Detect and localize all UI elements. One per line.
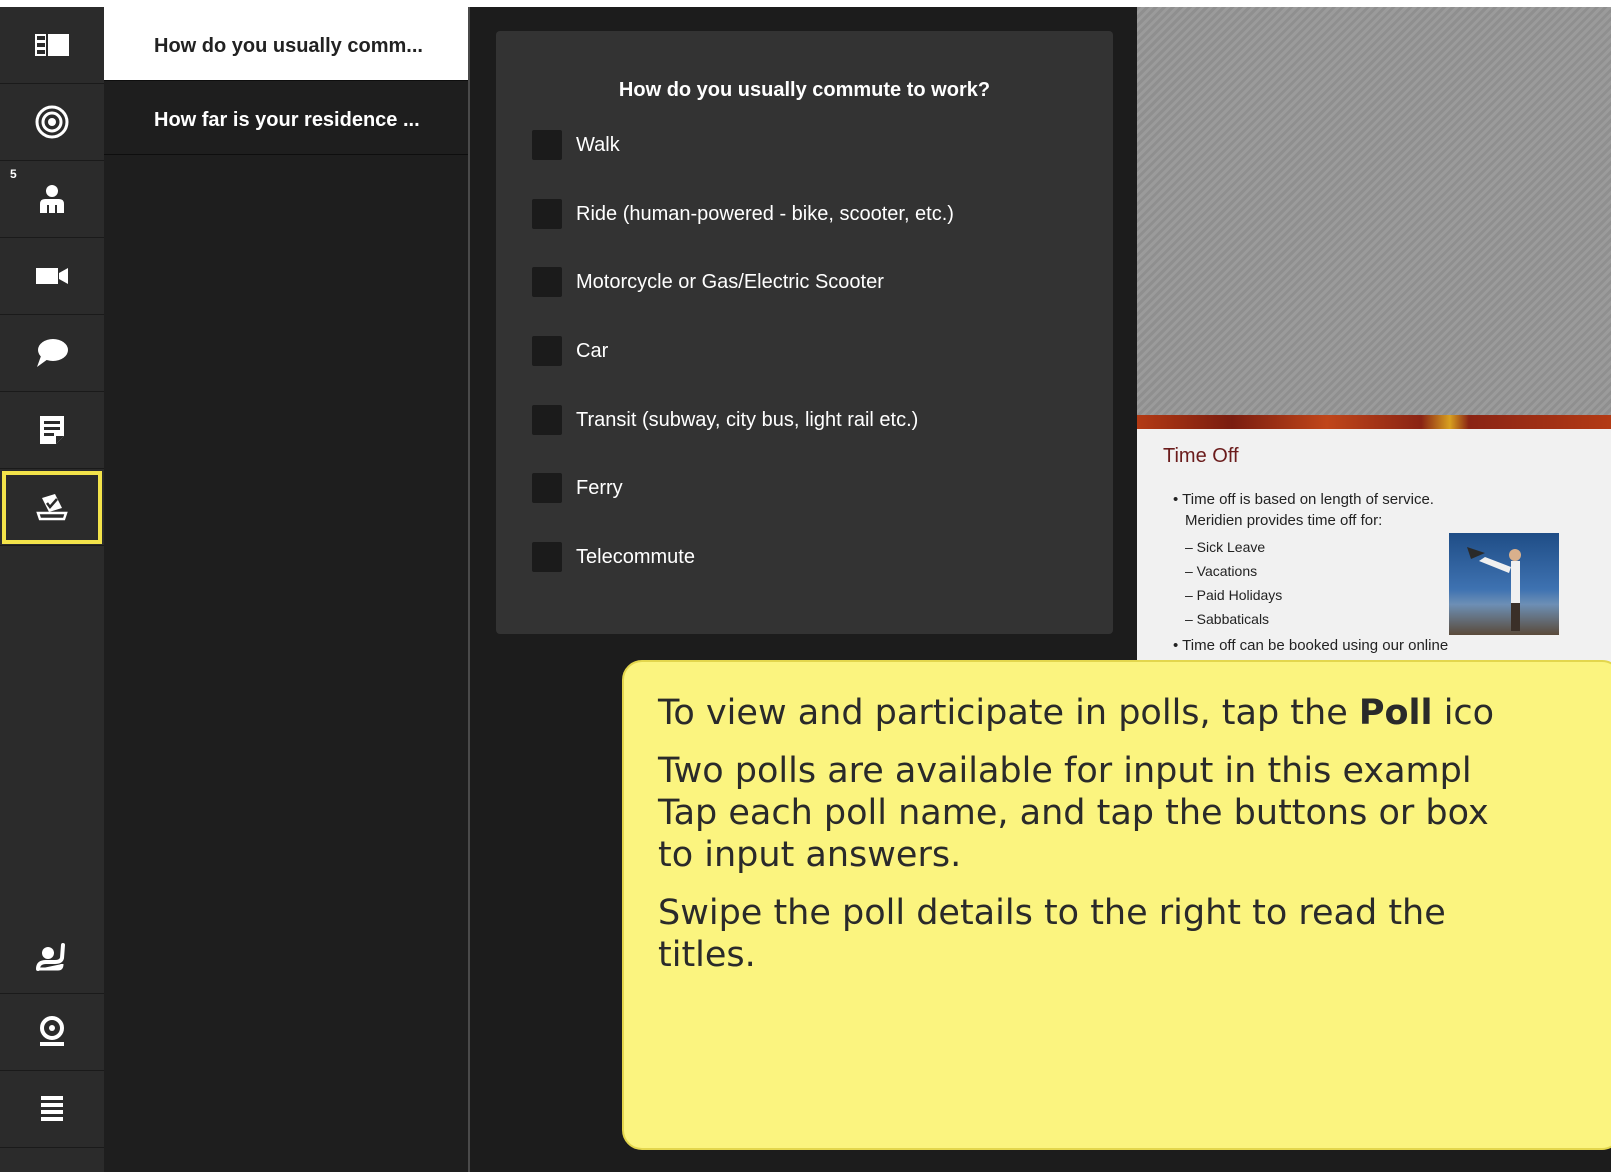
tooltip-text: ico [1432,693,1495,733]
slide-header-bar [1137,415,1611,429]
option-checkbox[interactable] [532,199,562,229]
tooltip-bold-text: Poll [1358,693,1433,733]
poll-option[interactable]: Ferry [532,472,623,504]
slide-photo [1449,533,1559,635]
slide-subitem: – Vacations [1185,563,1258,579]
option-checkbox[interactable] [532,267,562,297]
option-checkbox[interactable] [532,336,562,366]
tooltip-paragraph: Two polls are available for input in thi… [658,750,1611,876]
attendees-icon [40,185,64,213]
raise-hand-icon [36,943,65,971]
layout-icon [35,34,69,56]
tooltip-paragraph: To view and participate in polls, tap th… [658,692,1611,734]
slide-title: Time Off [1163,445,1239,467]
poll-question: How do you usually commute to work? [618,79,991,101]
notes-icon [40,416,64,444]
poll-list-item[interactable]: How do you usually comm... [104,7,468,81]
webcam-icon [40,1016,64,1046]
option-checkbox[interactable] [532,405,562,435]
slide-subitem: – Sabbaticals [1185,611,1270,627]
tooltip-text: To view and participate in polls, tap th… [658,693,1359,733]
tooltip-paragraph: Swipe the poll details to the right to r… [658,892,1611,976]
rail-webcam-button[interactable] [0,994,104,1071]
rail-attendees-button[interactable]: 5 [0,161,104,238]
attendee-count-badge: 5 [10,167,17,181]
poll-icon [36,494,68,521]
poll-option[interactable]: Motorcycle or Gas/Electric Scooter [532,266,884,298]
poll-option[interactable]: Transit (subway, city bus, light rail et… [532,404,918,436]
tooltip-text: Swipe the poll details to the right to r… [658,893,1446,933]
meeting-app: 5 How do you usually comm... How far is … [0,7,1611,1172]
option-checkbox[interactable] [532,473,562,503]
menu-icon [41,1096,63,1121]
slide-bullet: • Time off can be booked using our onlin… [1173,637,1449,654]
option-label: Car [576,339,609,362]
poll-list-item[interactable]: How far is your residence ... [104,81,468,155]
slide-subitem: – Sick Leave [1185,539,1266,555]
tooltip-text: Tap each poll name, and tap the buttons … [658,793,1489,833]
tooltip-text: Two polls are available for input in thi… [658,751,1472,791]
option-label: Walk [576,133,620,156]
slide-bullet: • Time off is based on length of service… [1173,491,1434,508]
option-checkbox[interactable] [532,542,562,572]
option-label: Telecommute [576,545,695,568]
chat-icon [37,339,68,367]
poll-option[interactable]: Telecommute [532,541,695,573]
rail-poll-button[interactable] [0,469,104,546]
rail-chat-button[interactable] [0,315,104,392]
rail-notes-button[interactable] [0,392,104,469]
rail-menu-button[interactable] [0,1071,104,1148]
presentation-slide: Time Off • Time off is based on length o… [1137,415,1611,675]
option-label: Motorcycle or Gas/Electric Scooter [576,270,884,293]
share-background [1137,7,1611,415]
tooltip-text: to input answers. [658,835,962,875]
option-label: Transit (subway, city bus, light rail et… [576,408,919,431]
rail-layout-button[interactable] [0,7,104,84]
option-checkbox[interactable] [532,130,562,160]
rail-target-button[interactable] [0,84,104,161]
poll-list: How do you usually comm... How far is yo… [104,7,470,1172]
sidebar-rail: 5 [0,7,104,1172]
tooltip-text: titles. [658,935,756,975]
help-tooltip: To view and participate in polls, tap th… [622,660,1611,1150]
rail-raise-hand-button[interactable] [0,917,104,994]
question-card: How do you usually commute to work? Walk… [496,31,1113,634]
poll-option[interactable]: Car [532,335,608,367]
option-label: Ferry [576,476,623,499]
option-label: Ride (human-powered - bike, scooter, etc… [576,202,954,225]
target-icon [35,105,69,139]
poll-option[interactable]: Ride (human-powered - bike, scooter, etc… [532,198,954,230]
slide-subitem: – Paid Holidays [1185,587,1283,603]
slide-bullet: Meridien provides time off for: [1185,512,1383,529]
camera-icon [36,268,68,284]
poll-option[interactable]: Walk [532,129,620,161]
rail-camera-button[interactable] [0,238,104,315]
